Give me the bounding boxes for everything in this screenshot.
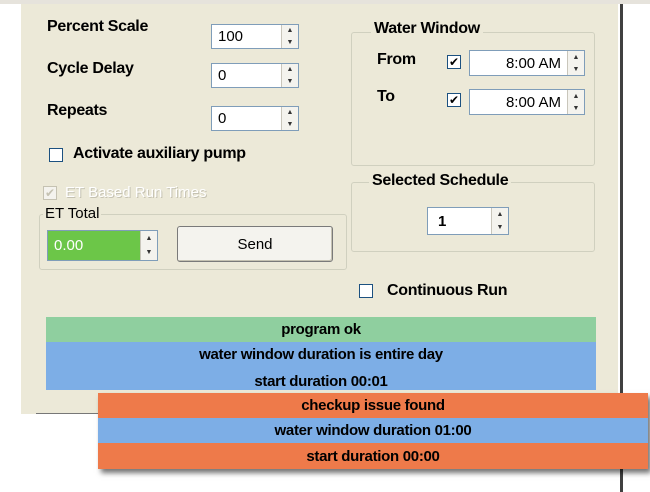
percent-scale-spinner[interactable]: 100 ▲ ▼ bbox=[211, 24, 299, 49]
to-time-picker[interactable]: 8:00 AM ▲ ▼ bbox=[469, 89, 585, 115]
spin-up-icon[interactable]: ▲ bbox=[282, 25, 298, 37]
spin-down-icon[interactable]: ▼ bbox=[492, 221, 508, 234]
popup-message: start duration 00:00 bbox=[98, 443, 648, 469]
continuous-run-checkbox[interactable] bbox=[359, 284, 373, 298]
spin-up-icon[interactable]: ▲ bbox=[492, 208, 508, 221]
spin-down-icon[interactable]: ▼ bbox=[568, 63, 584, 75]
percent-scale-arrows[interactable]: ▲ ▼ bbox=[281, 25, 298, 48]
popup-message: checkup issue found bbox=[98, 393, 648, 418]
spin-up-icon[interactable]: ▲ bbox=[282, 64, 298, 76]
selected-schedule-spinner[interactable]: 1 ▲ ▼ bbox=[427, 207, 509, 235]
status-message: start duration 00:01 bbox=[46, 366, 596, 390]
check-icon: ✔ bbox=[448, 93, 460, 107]
spin-up-icon[interactable]: ▲ bbox=[568, 51, 584, 63]
spin-up-icon[interactable]: ▲ bbox=[568, 90, 584, 102]
settings-panel: Percent Scale 100 ▲ ▼ Cycle Delay 0 ▲ ▼ … bbox=[20, 4, 618, 414]
to-time-arrows[interactable]: ▲ ▼ bbox=[567, 90, 584, 114]
repeats-label: Repeats bbox=[47, 102, 108, 119]
selected-schedule-arrows[interactable]: ▲ ▼ bbox=[491, 208, 508, 234]
aux-pump-label[interactable]: Activate auxiliary pump bbox=[73, 145, 246, 163]
aux-pump-checkbox[interactable] bbox=[49, 148, 63, 162]
cycle-delay-spinner[interactable]: 0 ▲ ▼ bbox=[211, 63, 299, 88]
cycle-delay-label: Cycle Delay bbox=[47, 60, 134, 77]
from-label: From bbox=[377, 51, 416, 68]
from-time-arrows[interactable]: ▲ ▼ bbox=[567, 51, 584, 75]
repeats-arrows[interactable]: ▲ ▼ bbox=[281, 107, 298, 130]
et-based-checkbox: ✔ bbox=[43, 186, 57, 200]
cycle-delay-arrows[interactable]: ▲ ▼ bbox=[281, 64, 298, 87]
percent-scale-label: Percent Scale bbox=[47, 18, 149, 35]
to-time-value[interactable]: 8:00 AM bbox=[470, 94, 567, 111]
status-bar-line bbox=[36, 413, 98, 414]
from-checkbox[interactable]: ✔ bbox=[447, 55, 461, 69]
from-time-value[interactable]: 8:00 AM bbox=[470, 55, 567, 72]
et-total-value[interactable]: 0.00 bbox=[48, 237, 140, 254]
et-based-label: ET Based Run Times bbox=[65, 184, 207, 201]
spin-down-icon[interactable]: ▼ bbox=[568, 102, 584, 114]
to-label: To bbox=[377, 88, 395, 105]
send-button[interactable]: Send bbox=[177, 226, 333, 262]
percent-scale-value[interactable]: 100 bbox=[212, 28, 281, 45]
checkup-popup: checkup issue found water window duratio… bbox=[98, 393, 648, 469]
cycle-delay-value[interactable]: 0 bbox=[212, 67, 281, 84]
et-total-spinner[interactable]: 0.00 ▲ ▼ bbox=[47, 230, 158, 261]
to-checkbox[interactable]: ✔ bbox=[447, 93, 461, 107]
selected-schedule-value[interactable]: 1 bbox=[428, 213, 491, 230]
repeats-value[interactable]: 0 bbox=[212, 110, 281, 127]
spin-down-icon[interactable]: ▼ bbox=[282, 37, 298, 49]
continuous-run-label[interactable]: Continuous Run bbox=[387, 282, 508, 300]
status-message: water window duration is entire day bbox=[46, 342, 596, 366]
from-time-picker[interactable]: 8:00 AM ▲ ▼ bbox=[469, 50, 585, 76]
popup-message: water window duration 01:00 bbox=[98, 418, 648, 443]
status-message: program ok bbox=[46, 317, 596, 342]
selected-schedule-title: Selected Schedule bbox=[369, 172, 512, 190]
et-total-arrows[interactable]: ▲ ▼ bbox=[140, 231, 157, 260]
spin-down-icon[interactable]: ▼ bbox=[282, 76, 298, 88]
spin-down-icon[interactable]: ▼ bbox=[282, 119, 298, 131]
et-total-title: ET Total bbox=[43, 205, 102, 222]
spin-down-icon[interactable]: ▼ bbox=[141, 246, 157, 261]
spin-up-icon[interactable]: ▲ bbox=[282, 107, 298, 119]
spin-up-icon[interactable]: ▲ bbox=[141, 231, 157, 246]
check-icon: ✔ bbox=[448, 55, 460, 69]
repeats-spinner[interactable]: 0 ▲ ▼ bbox=[211, 106, 299, 131]
check-icon: ✔ bbox=[44, 186, 56, 200]
water-window-title: Water Window bbox=[371, 20, 483, 38]
